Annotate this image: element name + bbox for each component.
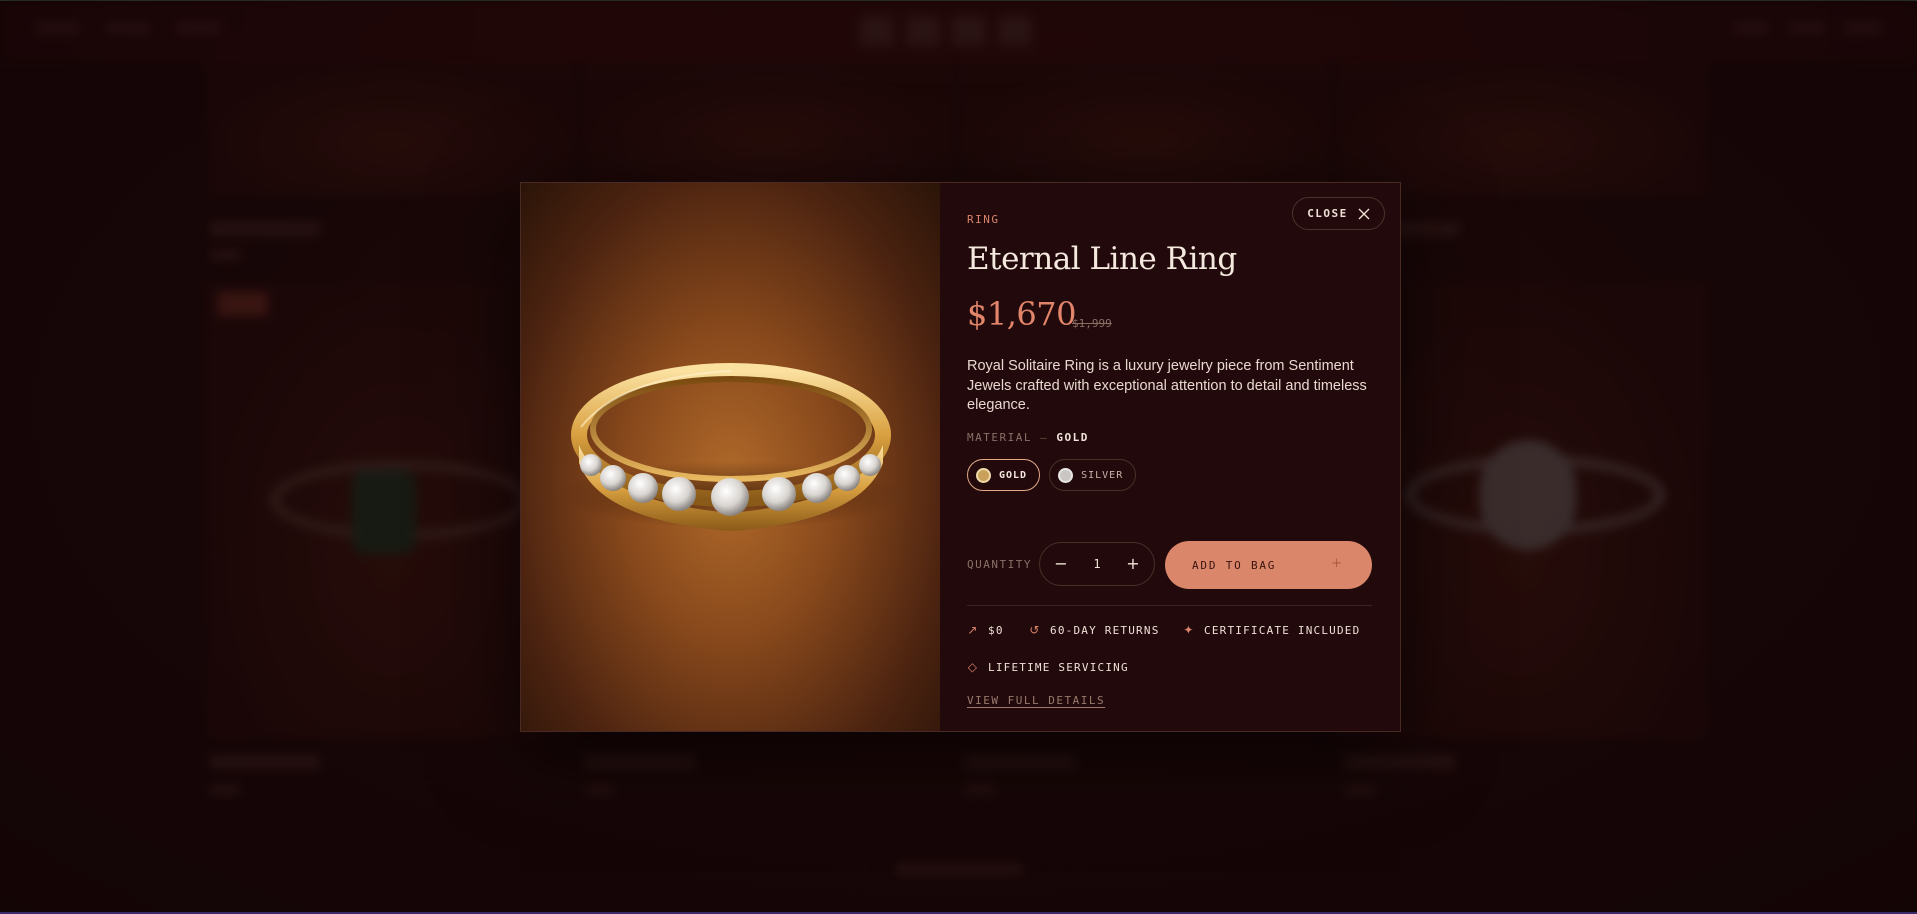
page: RING Eternal Line Ring $1,670 $1,999 Roy… bbox=[0, 0, 1917, 914]
quantity-label: QUANTITY bbox=[967, 558, 1032, 571]
material-option-label: GOLD bbox=[999, 469, 1028, 481]
diamond-icon: ◇ bbox=[967, 660, 979, 674]
product-price: $1,670 bbox=[967, 295, 1076, 333]
material-option-label: SILVER bbox=[1081, 469, 1124, 481]
material-option-gold[interactable]: GOLD bbox=[967, 459, 1041, 491]
quantity-stepper: − 1 + bbox=[1039, 542, 1155, 586]
refresh-icon: ↺ bbox=[1029, 623, 1041, 637]
material-option-silver[interactable]: SILVER bbox=[1049, 459, 1137, 491]
increment-button[interactable]: + bbox=[1125, 556, 1141, 572]
material-selected: GOLD bbox=[1056, 431, 1089, 444]
ring-illustration bbox=[556, 363, 906, 531]
add-to-bag-label: ADD TO BAG bbox=[1192, 558, 1277, 572]
add-to-bag-button[interactable]: ADD TO BAG + bbox=[1165, 541, 1372, 589]
quick-view-modal: RING Eternal Line Ring $1,670 $1,999 Roy… bbox=[520, 182, 1401, 732]
product-image bbox=[521, 183, 940, 731]
product-details: RING Eternal Line Ring $1,670 $1,999 Roy… bbox=[967, 183, 1377, 731]
plus-icon: + bbox=[1331, 556, 1342, 571]
feature-returns: ↺ 60-DAY RETURNS bbox=[1029, 623, 1160, 637]
silver-swatch-icon bbox=[1058, 467, 1074, 483]
arrow-up-right-icon: ↗ bbox=[967, 623, 979, 637]
quantity-value[interactable]: 1 bbox=[1093, 557, 1100, 571]
product-description: Royal Solitaire Ring is a luxury jewelry… bbox=[967, 358, 1367, 413]
material-label-row: MATERIAL — GOLD bbox=[967, 431, 1089, 444]
product-category: RING bbox=[967, 213, 1000, 226]
close-label: CLOSE bbox=[1307, 207, 1348, 220]
feature-label: CERTIFICATE INCLUDED bbox=[1204, 623, 1361, 637]
feature-label: LIFETIME SERVICING bbox=[988, 660, 1129, 674]
divider bbox=[967, 605, 1372, 606]
feature-certificate: ✦ CERTIFICATE INCLUDED bbox=[1183, 623, 1360, 637]
material-separator: — bbox=[1040, 431, 1049, 444]
material-label: MATERIAL bbox=[967, 431, 1032, 444]
feature-label: $0 bbox=[988, 623, 1004, 637]
decrement-button[interactable]: − bbox=[1053, 556, 1069, 572]
close-button[interactable]: CLOSE bbox=[1292, 197, 1385, 230]
sparkle-icon: ✦ bbox=[1183, 623, 1195, 637]
feature-label: 60-DAY RETURNS bbox=[1050, 623, 1160, 637]
product-title: Eternal Line Ring bbox=[967, 241, 1237, 277]
compare-at-price: $1,999 bbox=[1072, 317, 1112, 330]
view-full-details-link[interactable]: VIEW FULL DETAILS bbox=[967, 694, 1105, 707]
material-options: GOLD SILVER bbox=[967, 459, 1137, 491]
feature-shipping: ↗ $0 bbox=[967, 623, 1004, 637]
gold-swatch-icon bbox=[976, 467, 991, 483]
close-icon bbox=[1358, 208, 1370, 219]
feature-servicing: ◇ LIFETIME SERVICING bbox=[967, 660, 1129, 674]
